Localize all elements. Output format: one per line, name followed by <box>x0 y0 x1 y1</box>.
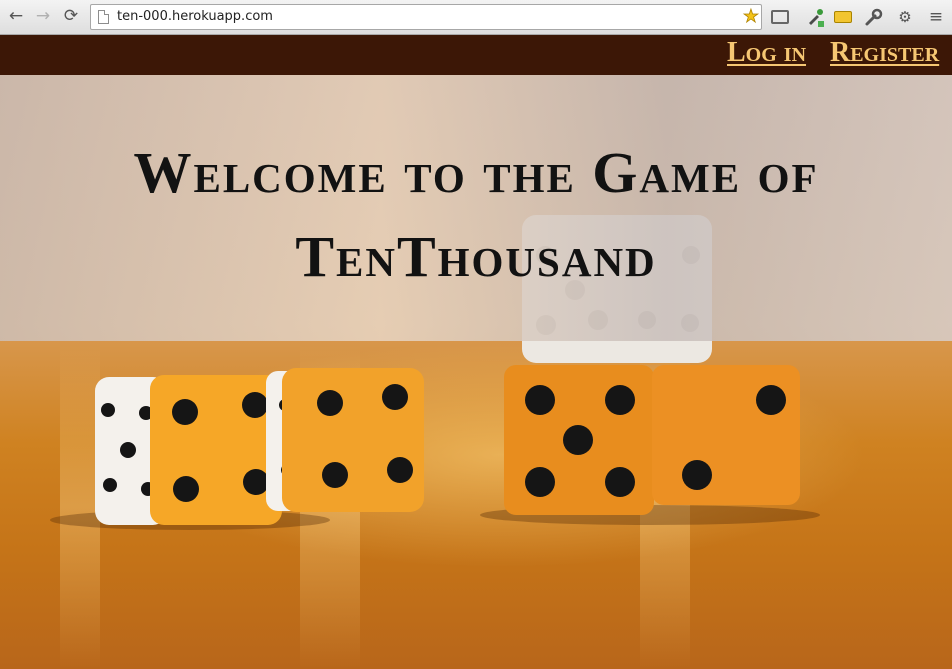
page-icon <box>98 10 109 24</box>
ruler-extension-icon[interactable] <box>834 11 852 23</box>
login-link[interactable]: Log in <box>727 37 806 69</box>
reload-icon[interactable]: ⟳ <box>61 6 81 26</box>
site-navbar: Log in Register <box>0 35 952 75</box>
back-icon[interactable]: ← <box>6 6 26 26</box>
hero-section: Welcome to the Game of TenThousand <box>0 75 952 669</box>
forward-icon[interactable]: → <box>33 6 53 26</box>
cast-icon[interactable] <box>771 10 789 24</box>
address-bar[interactable]: ten-000.herokuapp.com ★ <box>90 4 762 30</box>
page-title: Welcome to the Game of TenThousand <box>133 140 819 289</box>
eyedropper-extension-icon[interactable] <box>805 7 825 27</box>
wrench-shape <box>865 8 883 26</box>
register-link[interactable]: Register <box>830 37 939 69</box>
settings-icon[interactable]: ⚙ <box>895 7 915 27</box>
browser-toolbar: ← → ⟳ ten-000.herokuapp.com ★ ⚙ ≡ <box>0 0 952 35</box>
url-text[interactable]: ten-000.herokuapp.com <box>117 9 273 24</box>
bookmark-star-icon[interactable]: ★ <box>742 6 759 28</box>
eyedropper-icon <box>809 9 824 27</box>
wrench-icon[interactable] <box>864 7 884 27</box>
welcome-banner: Welcome to the Game of TenThousand <box>0 75 952 341</box>
menu-icon[interactable]: ≡ <box>926 7 946 27</box>
